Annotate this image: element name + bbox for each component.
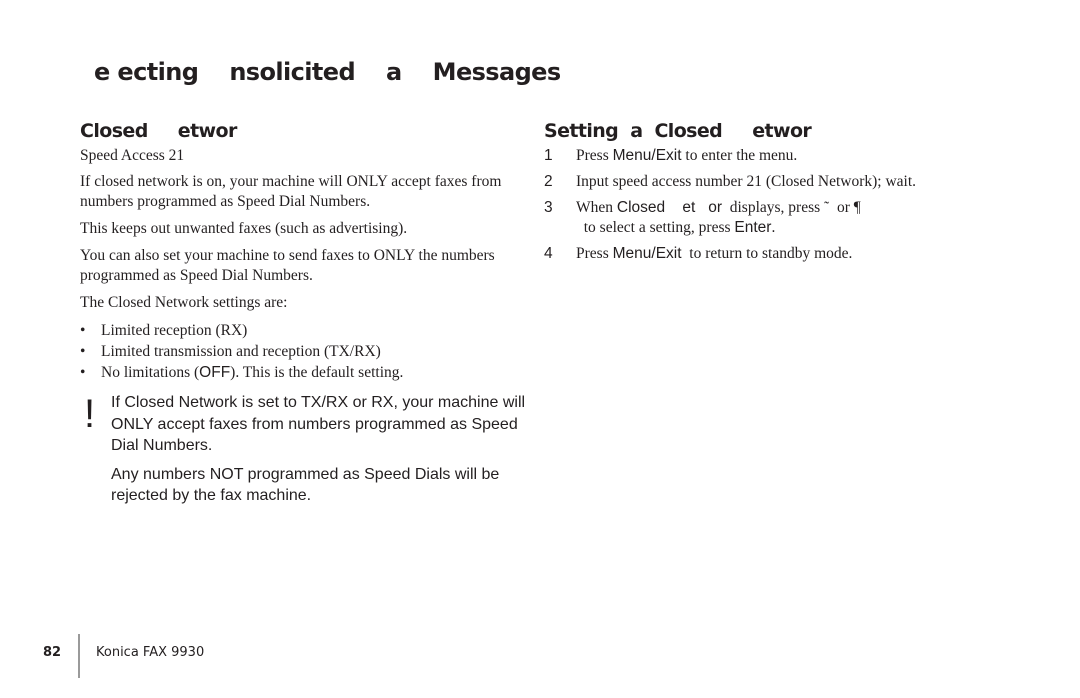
list-item: • Limited transmission and reception (TX… (80, 341, 530, 362)
step-number: 3 (544, 199, 553, 216)
step-text: or (829, 199, 854, 216)
list-item-text: Limited transmission and reception (TX/R… (101, 343, 381, 360)
key-label-menu-exit: Menu/Exit (612, 245, 682, 262)
step-text: Input speed access number 21 (Closed Net… (576, 173, 917, 190)
step-item: 2 Input speed access number 21 (Closed N… (544, 172, 994, 192)
step-item: 3 When Closed et or displays, press ˜ or… (544, 198, 994, 238)
bullet-icon: • (80, 322, 86, 339)
list-item-text: Limited reception (RX) (101, 322, 248, 339)
key-label-enter: Enter (734, 219, 772, 236)
step-item: 1 Press Menu/Exit to enter the menu. (544, 146, 994, 166)
step-number: 1 (544, 147, 553, 164)
step-item: 4 Press Menu/Exit to return to standby m… (544, 244, 994, 264)
paragraph: You can also set your machine to send fa… (80, 247, 495, 284)
step-text: to return to standby mode. (681, 245, 853, 262)
step-text: Press (576, 147, 613, 164)
exclamation-icon: ! (84, 392, 96, 436)
list-item-text: ). This is the default setting. (230, 364, 404, 381)
down-arrow-key-icon: ¶ (853, 199, 861, 216)
list-item-text: No limitations ( (101, 364, 200, 381)
step-text: to enter the menu. (681, 147, 798, 164)
step-text: Press (576, 245, 613, 262)
page-number: 82 (43, 645, 62, 660)
key-label-menu-exit: Menu/Exit (612, 147, 682, 164)
warning-note: ! If Closed Network is set to TX/RX or R… (84, 392, 544, 514)
note-body: If Closed Network is set to TX/RX or RX,… (111, 392, 544, 507)
page-title: e ecting nsolicited a Messages (94, 58, 561, 86)
closed-network-heading: Closed etwor (80, 120, 237, 142)
step-number: 4 (544, 245, 553, 262)
paragraph: This keeps out unwanted faxes (such as a… (80, 220, 408, 237)
setting-closed-network-heading: Setting a Closed etwor (544, 120, 812, 142)
step-text: displays, press (722, 199, 825, 216)
setup-steps: 1 Press Menu/Exit to enter the menu. 2 I… (544, 146, 994, 270)
list-item: • No limitations (OFF). This is the defa… (80, 362, 530, 383)
bullet-icon: • (80, 364, 86, 381)
footer-divider (78, 634, 80, 678)
paragraph: If closed network is on, your machine wi… (80, 173, 502, 210)
product-name: Konica FAX 9930 (96, 645, 205, 660)
step-number: 2 (544, 173, 553, 190)
bullet-icon: • (80, 343, 86, 360)
step-text: When (576, 199, 617, 216)
list-item: • Limited reception (RX) (80, 320, 530, 341)
step-text: . (771, 219, 776, 236)
key-label-off: OFF (199, 364, 231, 381)
note-paragraph: Any numbers NOT programmed as Speed Dial… (111, 465, 500, 505)
page-footer: 82 Konica FAX 9930 (0, 634, 400, 680)
closed-network-section: Speed Access 21 If closed network is on,… (80, 146, 530, 383)
step-text: to select a setting, press (576, 219, 735, 236)
note-paragraph: If Closed Network is set to TX/RX or RX,… (111, 394, 526, 454)
display-label-closed-network: Closed et or (616, 199, 722, 216)
paragraph: The Closed Network settings are: (80, 294, 288, 311)
speed-access-subtitle: Speed Access 21 (80, 147, 185, 164)
settings-list: • Limited reception (RX) • Limited trans… (80, 320, 530, 383)
